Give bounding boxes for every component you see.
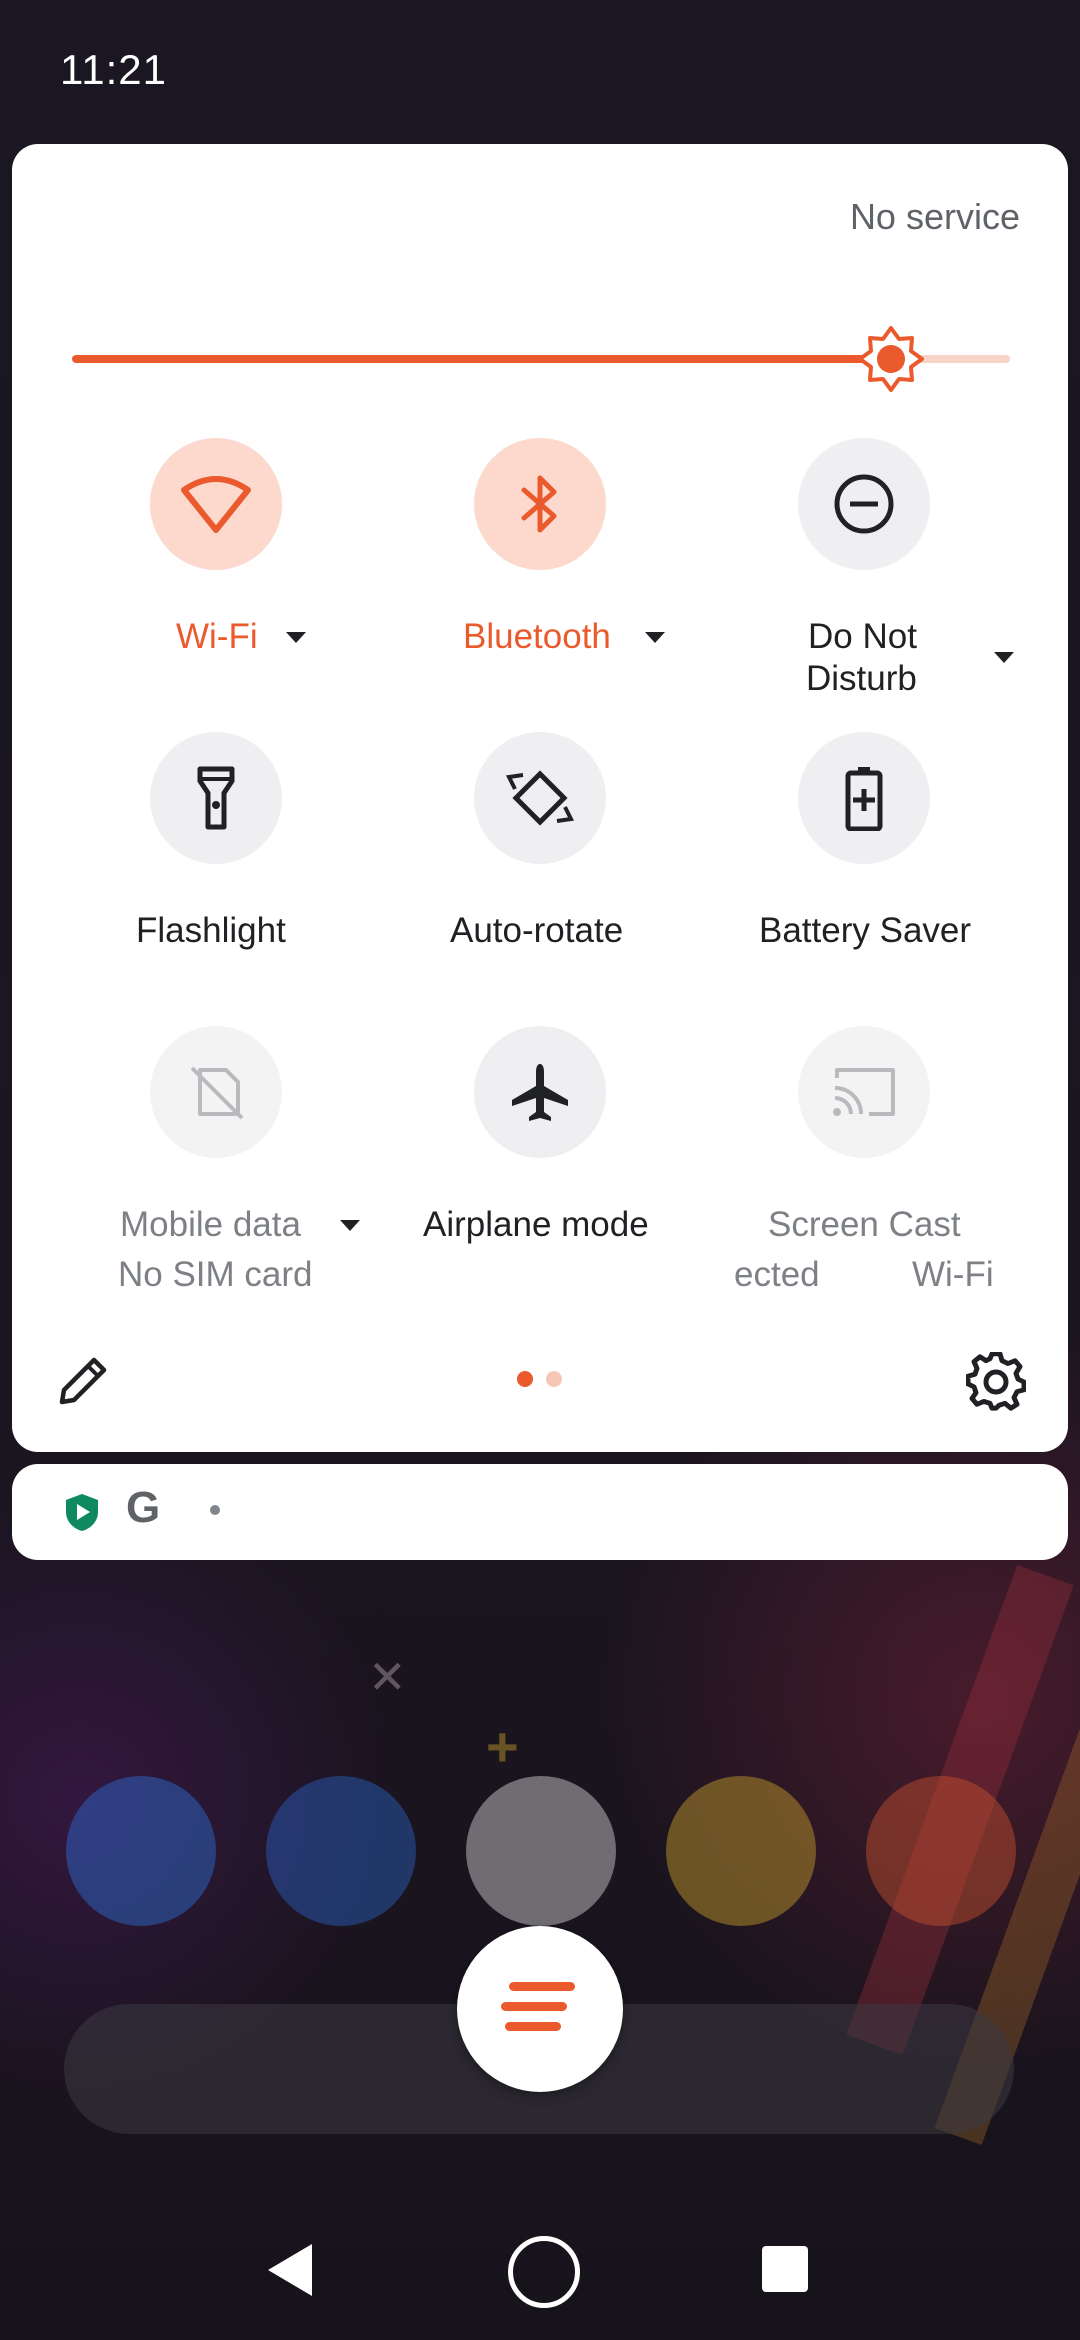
carrier-status: No service (849, 196, 1020, 237)
wifi-tile-label[interactable]: Wi-Fi (176, 616, 258, 658)
brightness-slider-thumb[interactable] (858, 326, 924, 392)
status-bar-time: 11:21 (60, 46, 167, 93)
mobile-data-dropdown-caret[interactable] (340, 1220, 360, 1231)
bluetooth-icon (521, 475, 557, 533)
mobile-data-tile-button[interactable] (150, 1026, 282, 1158)
back-nav-button[interactable] (262, 2240, 318, 2300)
notification-icons-strip[interactable]: G (12, 1464, 1068, 1560)
more-notifications-dot (210, 1505, 220, 1515)
page-indicator-dot-active (517, 1371, 533, 1387)
phone-app-icon[interactable] (66, 1776, 216, 1926)
play-store-app-icon[interactable] (466, 1776, 616, 1926)
chrome-app-icon[interactable] (666, 1776, 816, 1926)
brightness-slider-active[interactable] (72, 355, 890, 363)
settings-app-icon[interactable] (866, 1776, 1016, 1926)
recents-nav-button[interactable] (762, 2246, 808, 2292)
edit-pencil-icon[interactable] (56, 1352, 112, 1408)
screen-cast-tile-label[interactable]: Screen Cast (768, 1204, 961, 1246)
wifi-tile-button[interactable] (150, 438, 282, 570)
cast-icon (833, 1068, 895, 1116)
airplane-mode-tile-label[interactable]: Airplane mode (423, 1204, 649, 1246)
screen-cast-tile-sublabel-left: ected (734, 1255, 820, 1294)
flashlight-tile-button[interactable] (150, 732, 282, 864)
auto-rotate-tile-label[interactable]: Auto-rotate (450, 910, 623, 952)
battery-saver-tile-button[interactable] (798, 732, 930, 864)
do-not-disturb-tile-label-line1[interactable]: Do Not (808, 616, 917, 658)
screen-cast-tile-button[interactable] (798, 1026, 930, 1158)
bluetooth-dropdown-caret[interactable] (645, 632, 665, 643)
home-nav-button-inner (520, 2248, 568, 2296)
do-not-disturb-icon (834, 474, 894, 534)
page-indicator-dot (546, 1371, 562, 1387)
screen-cast-tile-sublabel-right: Wi-Fi (912, 1255, 994, 1294)
flashlight-icon (197, 766, 235, 830)
settings-gear-icon[interactable] (966, 1352, 1026, 1412)
fab-icon-line (505, 2022, 561, 2031)
do-not-disturb-tile-label-line2[interactable]: Disturb (806, 658, 917, 700)
battery-saver-icon (845, 767, 883, 831)
auto-rotate-icon (505, 770, 575, 826)
wallpaper-cross-mark: ✕ (368, 1651, 407, 1703)
mobile-data-tile-sublabel: No SIM card (118, 1255, 313, 1294)
wifi-dropdown-caret[interactable] (286, 632, 306, 643)
do-not-disturb-dropdown-caret[interactable] (994, 652, 1014, 663)
battery-saver-tile-label[interactable]: Battery Saver (759, 910, 971, 952)
wallpaper-plus-mark: + (486, 1715, 519, 1778)
fab-icon-line (509, 1982, 575, 1991)
home-nav-button[interactable] (508, 2236, 580, 2308)
airplane-mode-tile-button[interactable] (474, 1026, 606, 1158)
mobile-data-tile-label[interactable]: Mobile data (120, 1204, 301, 1246)
airplane-icon (512, 1064, 568, 1121)
wifi-icon (181, 476, 251, 533)
messages-app-icon[interactable] (266, 1776, 416, 1926)
mobile-data-off-icon (190, 1066, 244, 1120)
fab-icon-line (501, 2002, 567, 2011)
auto-rotate-tile-button[interactable] (474, 732, 606, 864)
flashlight-tile-label[interactable]: Flashlight (136, 910, 286, 952)
bluetooth-tile-button[interactable] (474, 438, 606, 570)
do-not-disturb-tile-button[interactable] (798, 438, 930, 570)
launcher-fab-button[interactable] (457, 1926, 623, 2092)
google-app-icon: G (126, 1483, 161, 1532)
bluetooth-tile-label[interactable]: Bluetooth (463, 616, 611, 658)
play-protect-icon (66, 1494, 98, 1531)
